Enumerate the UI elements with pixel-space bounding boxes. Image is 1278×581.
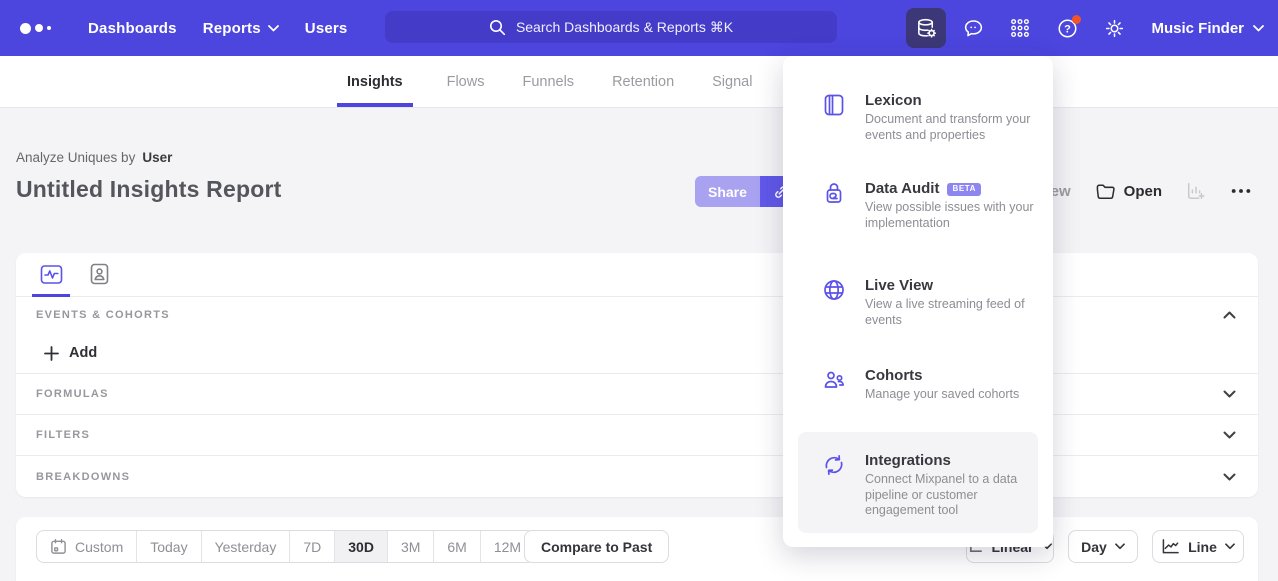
gear-icon [1103,17,1126,40]
chart-controls-card: Custom Today Yesterday 7D 30D 3M 6M 12M … [16,517,1258,581]
cohorts-people-icon [822,367,846,403]
folder-icon [1095,182,1116,201]
nav-users[interactable]: Users [305,20,348,37]
range-custom[interactable]: Custom [37,531,137,562]
more-options-button[interactable] [1230,187,1252,195]
chevron-down-icon[interactable] [1223,473,1236,481]
range-yesterday[interactable]: Yesterday [202,531,291,562]
nav-dashboards[interactable]: Dashboards [88,20,177,37]
chat-bubble-icon [962,17,985,40]
messages-button[interactable] [953,8,993,48]
granularity-dropdown[interactable]: Day [1068,530,1138,563]
line-chart-icon [1161,538,1180,555]
notification-dot [1072,15,1081,24]
plus-icon [44,346,59,361]
app-window: Dashboards Reports Users Search Dashboar… [0,0,1278,581]
query-builder-card: EVENTS & COHORTS Add FORMULAS FILTERS [16,253,1258,497]
top-nav-bar: Dashboards Reports Users Search Dashboar… [0,0,1278,56]
query-mode-tabs [16,253,1258,297]
open-report-button[interactable]: Open [1095,182,1162,201]
tab-retention[interactable]: Retention [608,56,678,107]
range-today[interactable]: Today [137,531,201,562]
chart-plus-icon [1186,181,1206,201]
integrations-sync-icon [822,452,846,527]
menu-item-integrations[interactable]: Integrations Connect Mixpanel to a data … [798,432,1038,533]
ellipsis-icon [1230,187,1252,195]
breakdowns-label: BREAKDOWNS [36,471,130,483]
chevron-down-icon [1253,25,1264,32]
chevron-down-icon [268,25,279,32]
menu-item-cohorts[interactable]: Cohorts Manage your saved cohorts [798,361,1038,409]
mixpanel-logo-icon[interactable] [20,23,62,34]
nav-reports-label: Reports [203,20,261,37]
chart-type-dropdown[interactable]: Line [1152,530,1244,563]
section-breakdowns[interactable]: BREAKDOWNS [16,456,1258,497]
chevron-down-icon[interactable] [1223,390,1236,398]
range-7d[interactable]: 7D [290,531,335,562]
subtitle-prefix: Analyze Uniques by [16,150,135,165]
page-title[interactable]: Untitled Insights Report [16,176,281,203]
formulas-label: FORMULAS [36,388,109,400]
chevron-down-icon [1115,543,1125,550]
subtitle-entity[interactable]: User [142,150,172,165]
chevron-down-icon[interactable] [1223,431,1236,439]
add-to-dashboard-button[interactable] [1186,181,1206,201]
filters-label: FILTERS [36,429,90,441]
lexicon-book-icon [822,92,846,143]
add-event-row: Add [16,333,1258,374]
svg-text:?: ? [1064,23,1071,35]
range-3m[interactable]: 3M [388,531,434,562]
project-selector[interactable]: Music Finder [1151,20,1264,37]
section-filters[interactable]: FILTERS [16,415,1258,456]
menu-item-data-audit[interactable]: Data Audit BETA View possible issues wit… [798,174,1038,237]
pulse-chart-icon [40,264,63,285]
data-management-menu: Lexicon Document and transform your even… [783,56,1053,547]
search-icon [489,19,506,36]
database-gear-icon [915,17,938,40]
help-button[interactable]: ? [1047,8,1087,48]
add-event-button[interactable]: Add [44,345,97,361]
events-cohorts-label: EVENTS & COHORTS [36,309,170,321]
compare-to-past-button[interactable]: Compare to Past [524,530,669,563]
beta-badge: BETA [947,183,981,196]
users-mode-tab[interactable] [84,252,114,296]
tab-signal[interactable]: Signal [708,56,756,107]
data-management-button[interactable] [906,8,946,48]
nav-reports[interactable]: Reports [203,20,279,37]
tab-funnels[interactable]: Funnels [518,56,578,107]
section-events-cohorts[interactable]: EVENTS & COHORTS [16,297,1258,333]
chevron-up-icon[interactable] [1223,311,1236,319]
data-audit-lock-icon [822,180,846,231]
menu-item-lexicon[interactable]: Lexicon Document and transform your even… [798,86,1038,149]
user-card-icon [90,263,109,285]
search-placeholder: Search Dashboards & Reports ⌘K [516,19,733,36]
tab-flows[interactable]: Flows [443,56,489,107]
grid-dots-icon [1009,17,1031,39]
range-6m[interactable]: 6M [434,531,480,562]
header-actions: New Open [1040,179,1252,203]
range-30d[interactable]: 30D [335,531,388,562]
chevron-down-icon [1225,543,1235,550]
nav-dashboards-label: Dashboards [88,20,177,37]
report-tab-bar: Insights Flows Funnels Retention Signal … [0,56,1278,108]
events-mode-tab[interactable] [36,252,66,296]
date-range-control: Custom Today Yesterday 7D 30D 3M 6M 12M [36,530,535,563]
nav-users-label: Users [305,20,348,37]
search-input[interactable]: Search Dashboards & Reports ⌘K [385,11,837,43]
share-button[interactable]: Share [695,176,760,207]
tab-insights[interactable]: Insights [337,56,413,107]
apps-grid-button[interactable] [1000,8,1040,48]
report-subtitle: Analyze Uniques by User [16,150,172,165]
menu-item-live-view[interactable]: Live View View a live streaming feed of … [798,271,1038,334]
settings-button[interactable] [1094,8,1134,48]
globe-icon [822,277,846,328]
section-formulas[interactable]: FORMULAS [16,374,1258,415]
project-name: Music Finder [1151,20,1244,37]
calendar-icon [50,538,67,555]
top-right-cluster: ? Music Finder [906,0,1264,56]
